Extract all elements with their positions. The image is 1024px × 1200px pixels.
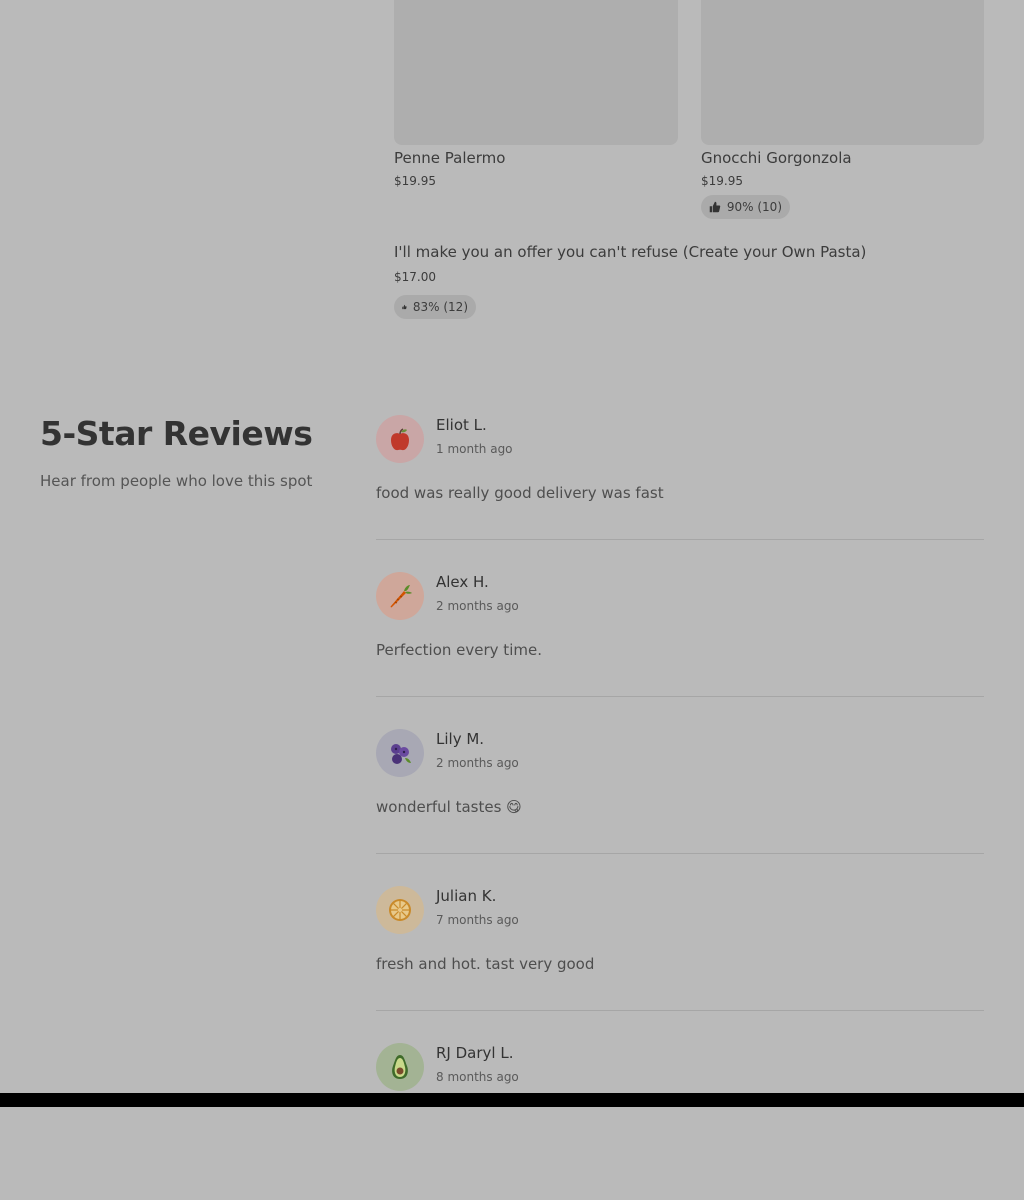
menu-item-image	[394, 0, 678, 145]
reviewer-name: Julian K.	[436, 887, 497, 905]
section-title: 5-Star Reviews	[40, 414, 313, 453]
review-text: fresh and hot. tast very good	[376, 955, 595, 973]
divider	[376, 853, 984, 854]
avatar	[376, 572, 424, 620]
rating-text: 90% (10)	[726, 200, 782, 214]
review-time: 7 months ago	[436, 913, 519, 927]
rating-badge: 90% (10)	[701, 195, 790, 219]
review-item: RJ Daryl L. 8 months ago	[376, 1043, 984, 1200]
menu-item-card[interactable]: Penne Palermo $19.95	[394, 0, 678, 200]
review-text: wonderful tastes 😋	[376, 798, 522, 816]
bottom-bar	[0, 1093, 1024, 1107]
review-text: Perfection every time.	[376, 641, 542, 659]
divider	[376, 696, 984, 697]
avatar	[376, 1043, 424, 1091]
rating-badge: 83% (12)	[394, 295, 476, 319]
divider	[376, 539, 984, 540]
orange-slice-icon	[389, 899, 411, 921]
review-time: 2 months ago	[436, 599, 519, 613]
review-item: Alex H. 2 months ago Perfection every ti…	[376, 572, 984, 729]
menu-item-card[interactable]: I'll make you an offer you can't refuse …	[394, 240, 984, 320]
avocado-icon	[392, 1055, 408, 1079]
review-time: 8 months ago	[436, 1070, 519, 1084]
avatar	[376, 415, 424, 463]
rating-text: 83% (12)	[412, 300, 468, 314]
menu-item-name: Gnocchi Gorgonzola	[701, 149, 852, 167]
review-item: Julian K. 7 months ago fresh and hot. ta…	[376, 886, 984, 1043]
review-text: food was really good delivery was fast	[376, 484, 664, 502]
thumbs-up-icon	[709, 201, 721, 213]
avatar	[376, 729, 424, 777]
review-time: 1 month ago	[436, 442, 513, 456]
divider	[376, 1010, 984, 1011]
reviewer-name: Eliot L.	[436, 416, 487, 434]
menu-item-name: I'll make you an offer you can't refuse …	[394, 243, 867, 261]
menu-item-name: Penne Palermo	[394, 149, 506, 167]
thumbs-up-icon	[402, 304, 407, 310]
menu-item-price: $17.00	[394, 270, 436, 284]
reviewer-name: RJ Daryl L.	[436, 1044, 514, 1062]
menu-item-price: $19.95	[394, 174, 436, 188]
review-item: Eliot L. 1 month ago food was really goo…	[376, 415, 984, 572]
reviewer-name: Alex H.	[436, 573, 489, 591]
section-subtitle: Hear from people who love this spot	[40, 472, 313, 490]
menu-item-card[interactable]: Gnocchi Gorgonzola $19.95 90% (10)	[701, 0, 985, 222]
apple-icon	[391, 428, 409, 451]
review-time: 2 months ago	[436, 756, 519, 770]
menu-item-price: $19.95	[701, 174, 743, 188]
carrot-icon	[390, 585, 412, 608]
menu-item-image	[701, 0, 984, 145]
avatar	[376, 886, 424, 934]
review-item: Lily M. 2 months ago wonderful tastes 😋	[376, 729, 984, 886]
reviewer-name: Lily M.	[436, 730, 485, 748]
blueberries-icon	[391, 744, 411, 764]
